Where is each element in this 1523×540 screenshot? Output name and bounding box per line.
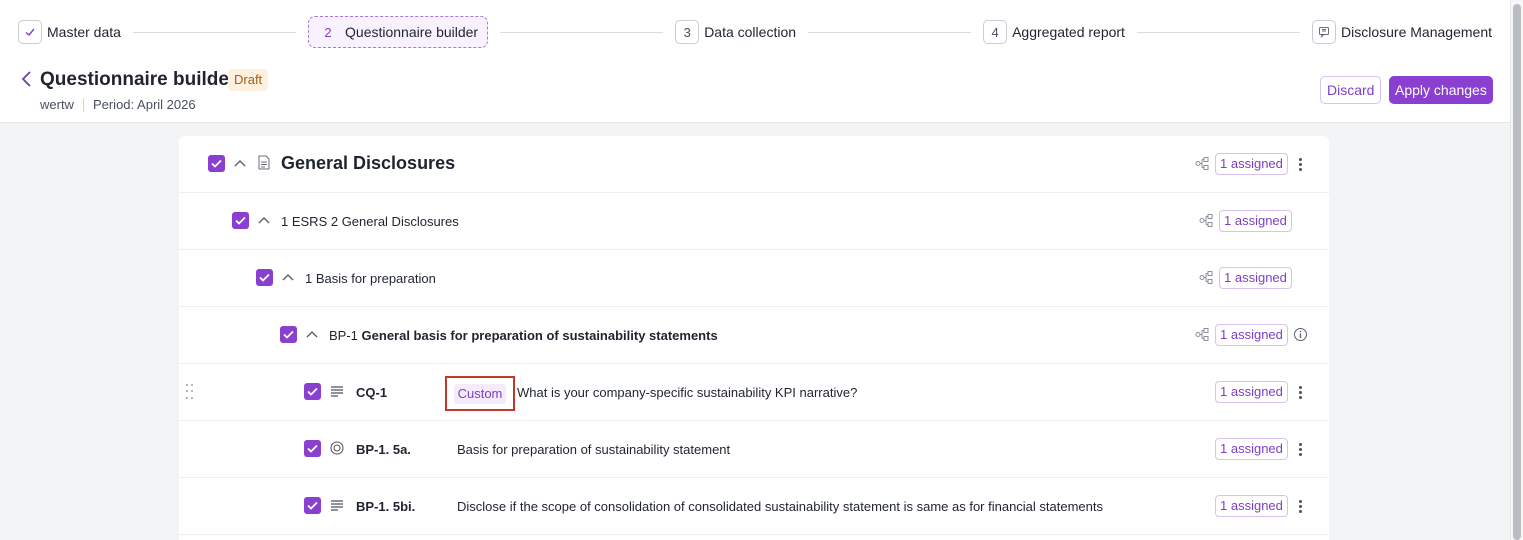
scrollbar[interactable]: [1510, 0, 1523, 540]
radio-target-icon: [330, 441, 344, 455]
question-code: BP-1. 5bi.: [356, 499, 416, 514]
assigned-badge[interactable]: 1 assigned: [1215, 381, 1288, 403]
disclosure-code: BP-1: [329, 328, 358, 343]
org-name: wertw: [40, 97, 74, 112]
divider: [82, 97, 84, 112]
assigned-badge[interactable]: 1 assigned: [1215, 324, 1288, 346]
group-checkbox[interactable]: [256, 269, 273, 286]
standard-checkbox[interactable]: [232, 212, 249, 229]
chevron-up-icon[interactable]: [256, 211, 272, 229]
disclosure-title: General basis for preparation of sustain…: [361, 328, 718, 343]
more-options-icon[interactable]: [1293, 382, 1307, 402]
scroll-thumb[interactable]: [1513, 4, 1521, 540]
question-row[interactable]: BP-1. 5bi. Disclose if the scope of cons…: [179, 478, 1329, 535]
discard-button[interactable]: Discard: [1320, 76, 1382, 104]
chevron-up-icon[interactable]: [232, 154, 248, 172]
step-connector: [132, 31, 297, 33]
step-label: Aggregated report: [1012, 24, 1125, 40]
question-text: Basis for preparation of sustainability …: [457, 442, 731, 457]
question-code: CQ-1: [356, 385, 388, 400]
step-questionnaire-builder[interactable]: 2 Questionnaire builder: [308, 16, 489, 48]
top-bar: Master data 2 Questionnaire builder 3 Da…: [0, 0, 1510, 123]
question-checkbox[interactable]: [304, 383, 321, 400]
status-badge: Draft: [228, 69, 269, 91]
hierarchy-icon: [1199, 213, 1215, 229]
page-subtitle: wertw Period: April 2026: [40, 97, 196, 112]
chevron-up-icon[interactable]: [304, 325, 320, 343]
assigned-badge[interactable]: 1 assigned: [1219, 267, 1292, 289]
highlight-box: Custom: [445, 376, 515, 411]
more-options-icon[interactable]: [1293, 496, 1307, 516]
question-row[interactable]: BP-1. 5a. Basis for preparation of susta…: [179, 421, 1329, 478]
assigned-badge[interactable]: 1 assigned: [1215, 495, 1288, 517]
tree-row-group: 1 Basis for preparation 1 assigned: [179, 250, 1329, 307]
step-label: Data collection: [704, 24, 797, 40]
apply-changes-button[interactable]: Apply changes: [1389, 76, 1493, 104]
section-checkbox[interactable]: [208, 155, 225, 172]
page-title: Questionnaire builder: [40, 69, 237, 90]
comment-icon: [1312, 20, 1337, 44]
tree-row-disclosure: BP-1 General basis for preparation of su…: [179, 307, 1329, 364]
questionnaire-tree: General Disclosures 1 assigned 1 ESRS 2 …: [179, 136, 1329, 540]
section-title: General Disclosures: [281, 153, 456, 173]
tree-row-standard: 1 ESRS 2 General Disclosures 1 assigned: [179, 193, 1329, 250]
document-icon: [258, 155, 272, 172]
hierarchy-icon: [1195, 156, 1211, 172]
more-options-icon[interactable]: [1293, 154, 1307, 174]
hierarchy-icon: [1195, 327, 1211, 343]
period-label: Period: April 2026: [92, 97, 196, 112]
disclosure-checkbox[interactable]: [280, 326, 297, 343]
question-checkbox[interactable]: [304, 440, 321, 457]
assigned-badge[interactable]: 1 assigned: [1215, 153, 1288, 175]
tree-row-section: General Disclosures 1 assigned: [179, 136, 1329, 193]
chevron-up-icon[interactable]: [280, 268, 296, 286]
step-connector: [1136, 31, 1301, 33]
step-number: 4: [983, 20, 1008, 44]
step-number: 3: [675, 20, 700, 44]
step-disclosure-management[interactable]: Disclosure Management: [1312, 16, 1492, 48]
standard-title: 1 ESRS 2 General Disclosures: [281, 214, 459, 229]
question-checkbox[interactable]: [304, 497, 321, 514]
step-connector: [500, 31, 664, 33]
step-label: Disclosure Management: [1341, 24, 1492, 40]
step-connector: [808, 31, 972, 33]
step-label: Master data: [47, 24, 121, 40]
step-aggregated-report[interactable]: 4 Aggregated report: [983, 16, 1125, 48]
question-text: Disclose if the scope of consolidation o…: [457, 499, 1104, 514]
step-label: Questionnaire builder: [345, 24, 479, 40]
step-number: 2: [324, 24, 332, 40]
check-icon: [18, 20, 42, 44]
back-chevron-icon[interactable]: [16, 68, 36, 90]
assigned-badge[interactable]: 1 assigned: [1219, 210, 1292, 232]
question-row[interactable]: CQ-1 Custom What is your company-specifi…: [179, 364, 1329, 421]
drag-handle-icon[interactable]: [186, 384, 196, 400]
question-code: BP-1. 5a.: [356, 442, 411, 457]
info-icon[interactable]: [1293, 327, 1308, 342]
text-lines-icon: [330, 384, 344, 398]
stepper: Master data 2 Questionnaire builder 3 Da…: [18, 16, 1492, 48]
step-data-collection[interactable]: 3 Data collection: [675, 16, 796, 48]
text-lines-icon: [330, 498, 344, 512]
custom-badge: Custom: [453, 383, 507, 404]
question-text: What is your company-specific sustainabi…: [517, 385, 858, 400]
more-options-icon[interactable]: [1293, 439, 1307, 459]
assigned-badge[interactable]: 1 assigned: [1215, 438, 1288, 460]
step-master-data[interactable]: Master data: [18, 16, 121, 48]
disclosure-heading: BP-1 General basis for preparation of su…: [329, 326, 718, 345]
group-title: 1 Basis for preparation: [305, 271, 436, 286]
hierarchy-icon: [1199, 270, 1215, 286]
